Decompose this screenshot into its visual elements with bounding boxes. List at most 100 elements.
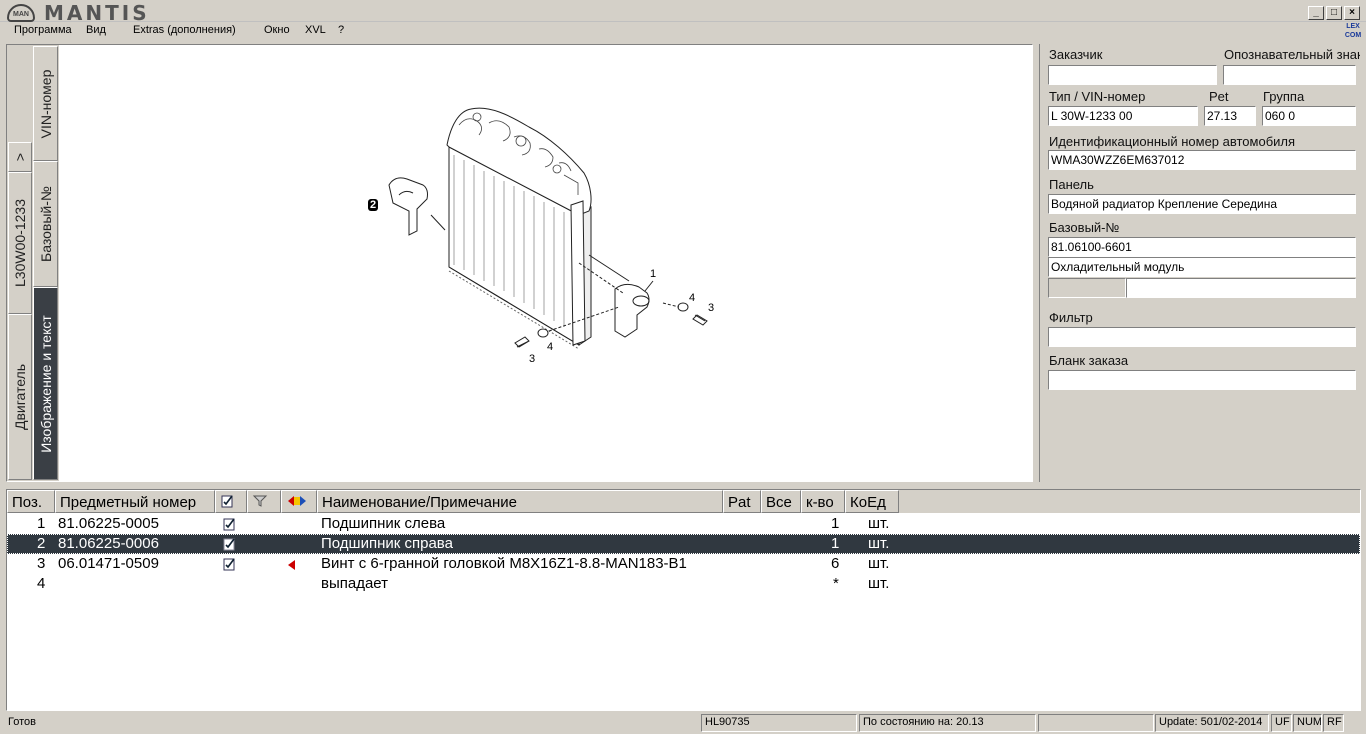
row-unit: шт.	[868, 515, 890, 532]
callout-4-left[interactable]: 4	[547, 341, 553, 353]
customer-field[interactable]	[1048, 65, 1217, 85]
order-form-field[interactable]	[1048, 370, 1356, 390]
col-all[interactable]: Все	[761, 490, 801, 513]
filter-field[interactable]	[1048, 327, 1356, 347]
marker-arrow-icon[interactable]	[287, 558, 297, 575]
vehicle-info-panel: Заказчик Опознавательный знак Тип / VIN-…	[1039, 44, 1361, 482]
col-filter[interactable]	[247, 490, 281, 513]
status-rf: RF	[1323, 714, 1344, 732]
row-quantity: *	[833, 575, 839, 592]
maximize-button[interactable]: □	[1326, 6, 1342, 20]
pet-field[interactable]: 27.13	[1204, 106, 1256, 126]
parts-table: Поз. Предметный номер Наименование/Приме…	[6, 489, 1361, 711]
table-row[interactable]: 4 выпадает * шт.	[7, 574, 1360, 594]
status-empty	[1038, 714, 1154, 732]
menu-bar: Программа Вид Extras (дополнения) Окно X…	[0, 22, 1366, 42]
status-uf: UF	[1271, 714, 1292, 732]
parts-illustration[interactable]: 1 2 3 4 3 4	[59, 45, 1032, 481]
customer-label: Заказчик	[1049, 47, 1103, 62]
row-unit: шт.	[868, 535, 890, 552]
menu-extras[interactable]: Extras (дополнения)	[133, 24, 236, 36]
type-vin-field[interactable]: L 30W-1233 00	[1048, 106, 1198, 126]
col-pat[interactable]: Рat	[723, 490, 761, 513]
callout-3-right[interactable]: 3	[708, 302, 714, 314]
tab-expand[interactable]: >	[8, 142, 32, 172]
row-pos: 1	[37, 515, 46, 532]
callout-4-right[interactable]: 4	[689, 292, 695, 304]
identifier-label: Опознавательный знак	[1224, 47, 1360, 62]
base-number-field[interactable]: 81.06100-6601	[1048, 237, 1356, 257]
group-field[interactable]: 060 0	[1262, 106, 1356, 126]
minimize-button[interactable]: _	[1308, 6, 1324, 20]
callout-2[interactable]: 2	[368, 199, 379, 211]
callout-3-left[interactable]: 3	[529, 353, 535, 365]
row-name: Подшипник справа	[321, 535, 453, 552]
tab-engine[interactable]: Двигатель	[8, 314, 32, 480]
menu-help[interactable]: ?	[338, 24, 344, 36]
group-label: Группа	[1263, 89, 1305, 104]
row-name: выпадает	[321, 575, 389, 592]
row-name: Подшипник слева	[321, 515, 446, 532]
col-unit[interactable]: КоЕд	[845, 490, 899, 513]
title-bar: MAN MANTIS _ □ ×	[0, 0, 1366, 25]
status-bar: Готов HL90735 По состоянию на: 20.13 Upd…	[0, 712, 1366, 734]
row-pos: 3	[37, 555, 46, 572]
checklist-icon[interactable]	[222, 517, 238, 535]
illustration-panel: > L30W00-1233 Двигатель VIN-номер Базовы…	[6, 44, 1033, 482]
table-row[interactable]: 3 06.01471-0509 Винт с 6-гранной головко…	[7, 554, 1360, 574]
col-check[interactable]	[215, 490, 247, 513]
radiator-drawing	[388, 107, 708, 350]
row-pos: 2	[37, 535, 46, 552]
vin-field[interactable]: WMA30WZZ6EM637012	[1048, 150, 1356, 170]
base-number-description: Охладительный модуль	[1048, 257, 1356, 277]
tab-model[interactable]: L30W00-1233	[8, 172, 32, 314]
panel-field[interactable]: Водяной радиатор Крепление Середина	[1048, 194, 1356, 214]
col-part-number[interactable]: Предметный номер	[55, 490, 215, 513]
col-quantity[interactable]: к-во	[801, 490, 845, 513]
row-unit: шт.	[868, 555, 890, 572]
vin-label: Идентификационный номер автомобиля	[1049, 134, 1296, 149]
status-ready: Готов	[8, 716, 36, 728]
table-row-selected[interactable]: 2 81.06225-0006 Подшипник справа 1 шт.	[7, 534, 1360, 554]
tab-vin[interactable]: VIN-номер	[33, 46, 58, 161]
checklist-icon[interactable]	[222, 537, 238, 555]
row-part-number: 81.06225-0006	[58, 535, 159, 552]
row-name: Винт с 6-гранной головкой M8X16Z1-8.8-MA…	[321, 555, 687, 572]
col-name[interactable]: Наименование/Примечание	[317, 490, 723, 513]
row-part-number: 06.01471-0509	[58, 555, 159, 572]
table-row[interactable]: 1 81.06225-0005 Подшипник слева 1 шт.	[7, 514, 1360, 534]
menu-xvl[interactable]: XVL	[305, 24, 326, 36]
col-marker[interactable]	[281, 490, 317, 513]
table-header: Поз. Предметный номер Наименование/Приме…	[7, 490, 1360, 513]
status-code: HL90735	[701, 714, 857, 732]
menu-view[interactable]: Вид	[86, 24, 106, 36]
callout-1[interactable]: 1	[650, 268, 656, 280]
checklist-icon[interactable]	[222, 557, 238, 575]
status-update: Update: 501/02-2014	[1155, 714, 1269, 732]
tab-base-number[interactable]: Базовый-№	[33, 161, 58, 287]
man-logo: MAN	[7, 4, 35, 22]
lexcom-icon[interactable]: LEX COM	[1344, 22, 1362, 42]
menu-program[interactable]: Программа	[14, 24, 72, 36]
row-unit: шт.	[868, 575, 890, 592]
filter-label: Фильтр	[1049, 310, 1093, 325]
base-number-label: Базовый-№	[1049, 220, 1120, 235]
checklist-icon	[221, 495, 233, 508]
identifier-field[interactable]	[1223, 65, 1356, 85]
tab-image-text[interactable]: Изображение и текст	[33, 287, 58, 480]
type-vin-label: Тип / VIN-номер	[1049, 89, 1146, 104]
base-number-extra-1	[1048, 278, 1126, 298]
status-as-of: По состоянию на: 20.13	[859, 714, 1036, 732]
menu-window[interactable]: Окно	[264, 24, 290, 36]
vertical-tab-strip: > L30W00-1233 Двигатель VIN-номер Базовы…	[7, 45, 59, 481]
close-button[interactable]: ×	[1344, 6, 1360, 20]
row-quantity: 1	[831, 515, 840, 532]
direction-icon	[288, 496, 306, 506]
status-num: NUM	[1293, 714, 1322, 732]
pet-label: Рet	[1209, 89, 1229, 104]
panel-label: Панель	[1049, 177, 1094, 192]
col-position[interactable]: Поз.	[7, 490, 55, 513]
order-form-label: Бланк заказа	[1049, 353, 1129, 368]
row-quantity: 6	[831, 555, 840, 572]
row-pos: 4	[37, 575, 46, 592]
